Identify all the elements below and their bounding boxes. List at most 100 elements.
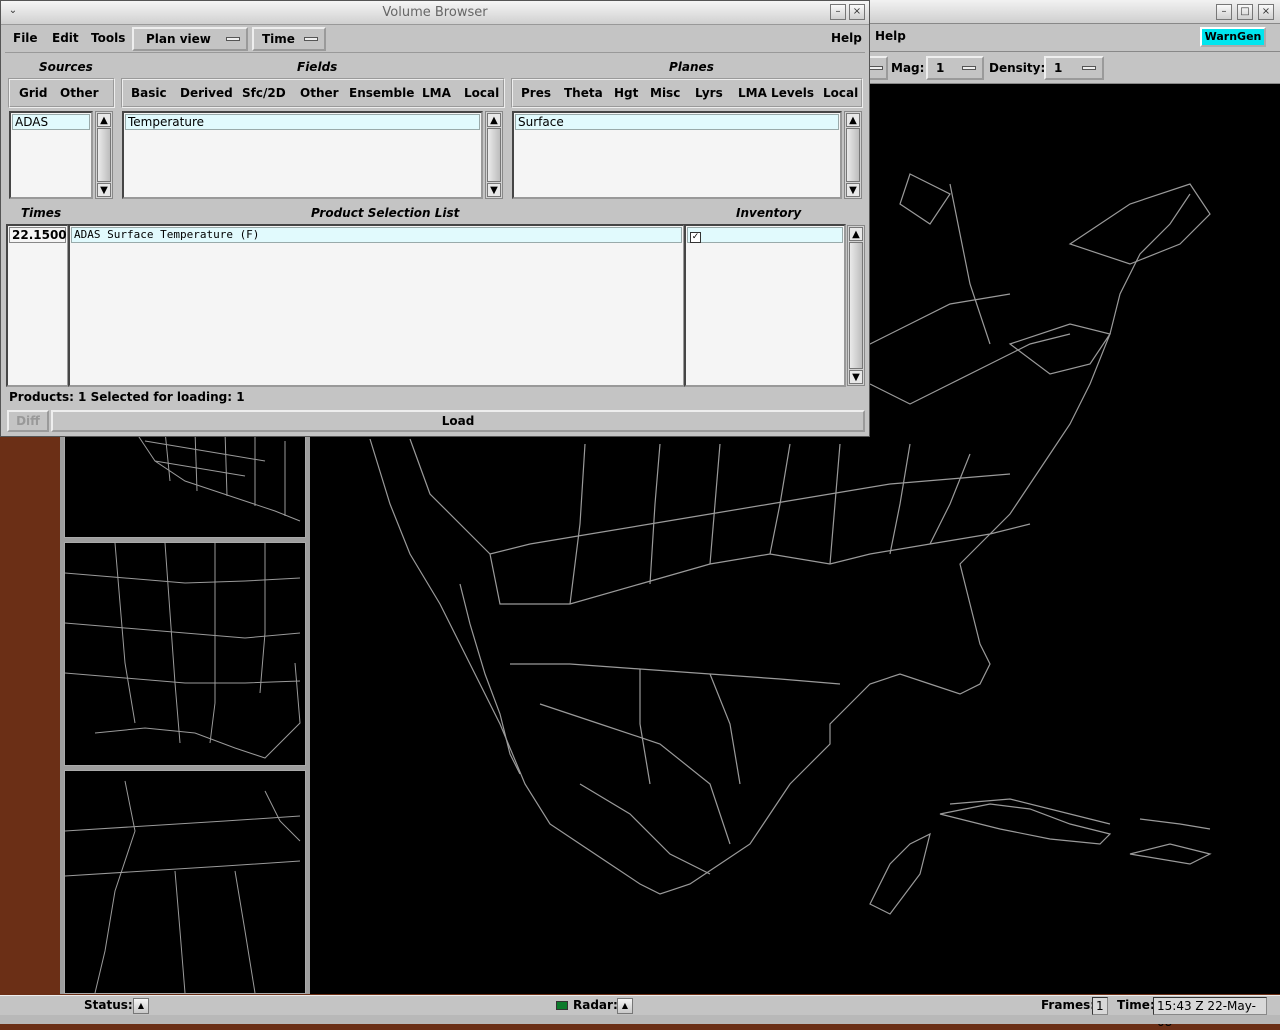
sources-list[interactable]: ADAS xyxy=(9,111,93,199)
tab-planes-lyrs[interactable]: Lyrs xyxy=(695,86,723,100)
tab-fields-local[interactable]: Local xyxy=(464,86,499,100)
density-value: 1 xyxy=(1054,61,1063,75)
time-mode-select[interactable]: Time xyxy=(252,27,326,51)
mag-value: 1 xyxy=(936,61,945,75)
list-item[interactable]: ADAS xyxy=(12,114,90,130)
scroll-thumb[interactable] xyxy=(97,128,111,182)
time-label: Time: xyxy=(1117,998,1155,1012)
scroll-down-icon[interactable]: ▼ xyxy=(97,183,111,197)
menu-edit[interactable]: Edit xyxy=(52,31,79,45)
minimize-icon[interactable]: – xyxy=(830,4,846,20)
side-panel-3[interactable] xyxy=(64,770,306,994)
density-label: Density: xyxy=(989,61,1046,75)
tab-fields-other[interactable]: Other xyxy=(300,86,339,100)
scroll-up-icon[interactable]: ▲ xyxy=(846,113,860,127)
radar-label: Radar: xyxy=(573,998,618,1012)
scroll-down-icon[interactable]: ▼ xyxy=(487,183,501,197)
tab-fields-sfc2d[interactable]: Sfc/2D xyxy=(242,86,286,100)
volume-browser-menubar: File Edit Tools Plan view Time Help xyxy=(5,27,865,53)
close-icon[interactable]: × xyxy=(849,4,865,20)
times-list[interactable]: 22.1500 xyxy=(6,224,69,387)
checkbox-checked-icon[interactable]: ✓ xyxy=(690,232,701,243)
tab-planes-theta[interactable]: Theta xyxy=(564,86,603,100)
load-button[interactable]: Load xyxy=(51,410,865,432)
main-window-menubar: Help WarnGen xyxy=(860,24,1280,52)
menu-tools[interactable]: Tools xyxy=(91,31,125,45)
main-window-toolbar: Mag: 1 Density: 1 xyxy=(860,52,1280,84)
mag-select[interactable]: 1 xyxy=(926,56,984,80)
time-value: 15:43 Z 22-May-08 xyxy=(1153,997,1267,1029)
status-label: Status: xyxy=(84,998,133,1012)
products-count-text: Products: 1 Selected for loading: 1 xyxy=(9,390,245,404)
list-item[interactable]: Temperature xyxy=(125,114,480,130)
tab-sources-grid[interactable]: Grid xyxy=(19,86,47,100)
list-item[interactable]: ADAS Surface Temperature (F) xyxy=(71,227,682,243)
warngen-button[interactable]: WarnGen xyxy=(1200,27,1266,47)
menu-file[interactable]: File xyxy=(13,31,38,45)
side-panel-1-map xyxy=(134,430,301,522)
density-select[interactable]: 1 xyxy=(1044,56,1104,80)
fields-tabs: Basic Derived Sfc/2D Other Ensemble LMA … xyxy=(121,78,505,108)
product-scrollbar[interactable]: ▲ ▼ xyxy=(847,225,865,386)
side-panel-1[interactable] xyxy=(64,420,306,538)
inventory-list[interactable]: ✓ xyxy=(684,224,846,387)
tab-fields-lma[interactable]: LMA xyxy=(422,86,451,100)
tab-sources-other[interactable]: Other xyxy=(60,86,99,100)
volume-browser-window: ⌄ Volume Browser – × File Edit Tools Pla… xyxy=(0,0,870,437)
time-mode-value: Time xyxy=(262,32,295,46)
scroll-up-icon[interactable]: ▲ xyxy=(97,113,111,127)
tab-fields-derived[interactable]: Derived xyxy=(180,86,233,100)
view-mode-select[interactable]: Plan view xyxy=(132,27,248,51)
planes-title: Planes xyxy=(669,60,714,74)
status-up-icon[interactable]: ▲ xyxy=(133,998,149,1014)
window-title: Volume Browser xyxy=(382,5,488,20)
status-bar: Status: ▲ Radar: ▲ Frames: 1 Time: 15:43… xyxy=(0,995,1280,1029)
view-mode-value: Plan view xyxy=(146,32,211,46)
tab-planes-pres[interactable]: Pres xyxy=(521,86,551,100)
maximize-icon[interactable]: □ xyxy=(1237,4,1253,20)
scroll-thumb[interactable] xyxy=(487,128,501,182)
inventory-row[interactable]: ✓ xyxy=(687,227,843,243)
tab-planes-hgt[interactable]: Hgt xyxy=(614,86,638,100)
times-title: Times xyxy=(21,206,62,220)
product-list-title: Product Selection List xyxy=(311,206,460,220)
volume-browser-titlebar[interactable]: ⌄ Volume Browser – × xyxy=(1,1,869,25)
tab-planes-misc[interactable]: Misc xyxy=(650,86,680,100)
diff-button[interactable]: Diff xyxy=(7,410,49,432)
close-icon[interactable]: × xyxy=(1258,4,1274,20)
list-item[interactable]: 22.1500 xyxy=(9,227,67,243)
sources-tabs: Grid Other xyxy=(8,78,115,108)
tab-planes-local[interactable]: Local xyxy=(823,86,858,100)
side-panel-2-map xyxy=(64,542,301,759)
desktop-left-edge xyxy=(0,437,58,995)
planes-scrollbar[interactable]: ▲ ▼ xyxy=(844,111,862,199)
scroll-thumb[interactable] xyxy=(846,128,860,182)
tab-planes-lma-levels[interactable]: LMA Levels xyxy=(738,86,814,100)
planes-tabs: Pres Theta Hgt Misc Lyrs LMA Levels Loca… xyxy=(511,78,863,108)
planes-list[interactable]: Surface xyxy=(512,111,842,199)
tab-fields-basic[interactable]: Basic xyxy=(131,86,167,100)
scroll-thumb[interactable] xyxy=(849,242,863,369)
scroll-up-icon[interactable]: ▲ xyxy=(849,227,863,241)
list-item[interactable]: Surface xyxy=(515,114,839,130)
minimize-icon[interactable]: – xyxy=(1216,4,1232,20)
frames-value: 1 xyxy=(1092,997,1108,1015)
scroll-up-icon[interactable]: ▲ xyxy=(487,113,501,127)
menu-help[interactable]: Help xyxy=(831,31,862,45)
scroll-down-icon[interactable]: ▼ xyxy=(846,183,860,197)
fields-scrollbar[interactable]: ▲ ▼ xyxy=(485,111,503,199)
fields-list[interactable]: Temperature xyxy=(122,111,483,199)
side-panel-2[interactable] xyxy=(64,542,306,766)
radar-up-icon[interactable]: ▲ xyxy=(617,998,633,1014)
menu-help[interactable]: Help xyxy=(875,29,906,43)
tab-fields-ensemble[interactable]: Ensemble xyxy=(349,86,414,100)
mag-label: Mag: xyxy=(891,61,925,75)
scroll-down-icon[interactable]: ▼ xyxy=(849,370,863,384)
main-window-titlebar: – □ × xyxy=(860,0,1280,24)
bottom-edge xyxy=(0,1015,1280,1024)
sources-scrollbar[interactable]: ▲ ▼ xyxy=(95,111,113,199)
product-selection-list[interactable]: ADAS Surface Temperature (F) xyxy=(68,224,685,387)
frames-label: Frames: xyxy=(1041,998,1096,1012)
side-panel-3-map xyxy=(64,780,301,994)
sources-title: Sources xyxy=(39,60,93,74)
